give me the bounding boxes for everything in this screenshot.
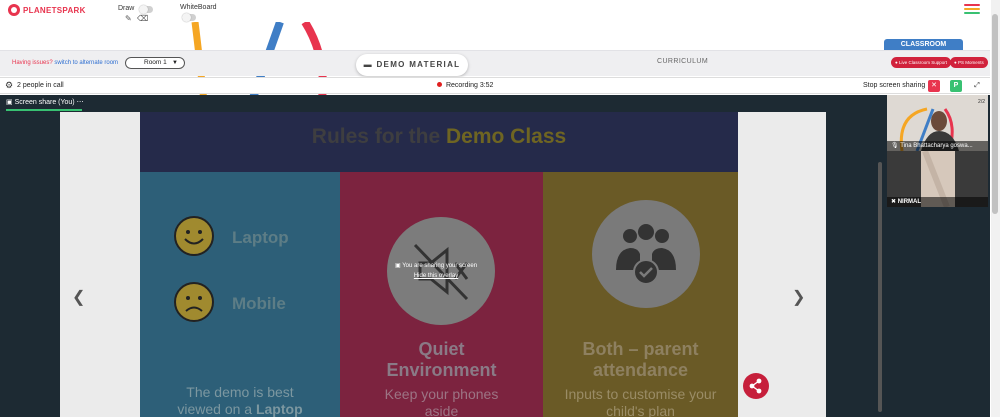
participant-tile[interactable]: ✖ NIRMAL (887, 151, 988, 207)
quiet-column: Quiet Environment Keep your phones aside (340, 172, 543, 417)
mic-icon: 🎙 (891, 143, 899, 149)
classroom-tab[interactable]: CLASSROOM (884, 39, 963, 50)
family-group-icon (592, 200, 700, 308)
call-bar: ⚙ 2 people in call Recording 3:52 Stop s… (0, 77, 990, 94)
sharing-overlay: ▣ You are sharing your screen Hide this … (395, 262, 477, 279)
pencil-icon[interactable]: ✎ (125, 14, 132, 23)
slide-scrollbar[interactable] (878, 162, 882, 412)
screen-share-icon: ▣ (395, 263, 401, 269)
page-indicator: 2/2 (978, 99, 985, 105)
active-tab-indicator (6, 109, 82, 111)
slide-title-highlight: Demo Class (445, 125, 567, 148)
slide-header: Rules for the Demo Class (140, 112, 738, 172)
chevron-right-icon[interactable]: ❯ (792, 287, 805, 307)
participant-name-label: ✖ NIRMAL (887, 197, 988, 207)
device-body-line2: viewed on a Laptop (177, 401, 303, 417)
demo-material-button[interactable]: ▬ DEMO MATERIAL (356, 54, 468, 76)
brand-name: PLANETSPARK (23, 5, 86, 15)
quiet-title: Quiet Environment (386, 339, 497, 380)
top-bar: PLANETSPARK Draw ✎ ⌫ WhiteBoard (0, 0, 1000, 26)
live-support-label: Live Classroom Support (898, 60, 948, 65)
mobile-label: Mobile (232, 294, 286, 313)
chevron-left-icon[interactable]: ❮ (72, 287, 85, 307)
issues-text: Having issues? (12, 60, 53, 66)
more-options-icon[interactable]: ⋯ (77, 99, 84, 106)
screen-share-tab-label: Screen share (You) (14, 99, 75, 106)
classroom-page: PLANETSPARK Draw ✎ ⌫ WhiteBoard Having i… (0, 0, 1000, 417)
folder-icon: ▬ (363, 60, 373, 69)
share-icon (749, 378, 762, 394)
sad-face-icon (174, 282, 214, 322)
smiley-face-icon (174, 216, 214, 256)
parent-column: Both – parent attendance Inputs to custo… (543, 172, 738, 417)
device-body-line1: The demo is best (186, 384, 294, 400)
stop-share-close-icon[interactable]: ✕ (928, 80, 940, 92)
caret-down-icon: ▼ (172, 60, 178, 66)
recording-time: 3:52 (479, 82, 494, 89)
slide-title-part1: Rules for the (311, 125, 446, 148)
quiet-body: Keep your phones aside (384, 386, 499, 417)
share-button[interactable] (743, 373, 769, 399)
planet-logo-icon (8, 4, 20, 16)
eraser-icon[interactable]: ⌫ (137, 14, 148, 23)
participant-name: NIRMAL (897, 199, 922, 205)
screen-share-tab[interactable]: ▣ Screen share (You) ⋯ (6, 98, 84, 106)
hide-overlay-link[interactable]: Hide this overlay (395, 273, 477, 279)
people-in-call: 2 people in call (17, 82, 64, 89)
live-classroom-support-button[interactable]: ● Live Classroom Support (891, 57, 952, 68)
ps-moments-label: PS Moments (957, 60, 984, 65)
fullscreen-icon[interactable]: ⤢ (971, 80, 983, 92)
draw-toggle[interactable] (139, 5, 153, 14)
curriculum-tab[interactable]: CURRICULUM (657, 58, 708, 65)
participant-name-label: 🎙 Tina Bhattacharya goswa... (887, 141, 988, 151)
gear-icon[interactable]: ⚙ (5, 80, 13, 91)
recording-label: Recording (445, 82, 478, 89)
participant-name: Tina Bhattacharya goswa... (900, 143, 973, 149)
room-bar: Having issues? switch to alternate room … (0, 50, 990, 76)
parent-title: Both – parent attendance (582, 339, 699, 380)
screen-share-icon: ▣ (6, 99, 13, 106)
laptop-label: Laptop (232, 228, 289, 247)
draw-label: Draw (118, 5, 135, 12)
menu-icon[interactable] (964, 4, 980, 16)
alternate-room-notice: Having issues? switch to alternate room (12, 60, 118, 66)
whiteboard-toggle[interactable] (182, 13, 196, 22)
recording-dot-icon (437, 82, 442, 87)
parent-body: Inputs to customise your child's plan (564, 386, 717, 417)
screen-share-area: ▣ Screen share (You) ⋯ ❮ ❯ Rules for the… (0, 95, 990, 417)
device-column: Laptop Mobile The demo is best viewed on… (140, 172, 340, 417)
stop-sharing-label[interactable]: Stop screen sharing (863, 82, 925, 89)
ps-moments-button[interactable]: ● PS Moments (950, 57, 988, 68)
demo-material-label: DEMO MATERIAL (376, 60, 461, 69)
sharing-overlay-message: ▣ You are sharing your screen (395, 263, 478, 269)
brand-logo[interactable]: PLANETSPARK (8, 4, 86, 16)
mic-off-icon: ✖ (891, 199, 897, 205)
camera-icon: ● (954, 60, 957, 65)
page-scrollbar-thumb[interactable] (992, 14, 998, 214)
whiteboard-label: WhiteBoard (180, 4, 217, 11)
p-button[interactable]: P (950, 80, 962, 92)
device-body: The demo is best viewed on a Laptop (140, 384, 340, 417)
slide-title: Rules for the Demo Class (140, 112, 738, 162)
room-select[interactable]: Room 1 ▼ (125, 57, 185, 69)
recording-status: Recording 3:52 (437, 82, 493, 89)
support-icon: ● (895, 60, 898, 65)
switch-room-link[interactable]: switch to alternate room (54, 60, 118, 66)
room-select-value: Room 1 (144, 59, 167, 66)
participant-tile[interactable]: 2/2 🎙 Tina Bhattacharya goswa... (887, 95, 988, 151)
